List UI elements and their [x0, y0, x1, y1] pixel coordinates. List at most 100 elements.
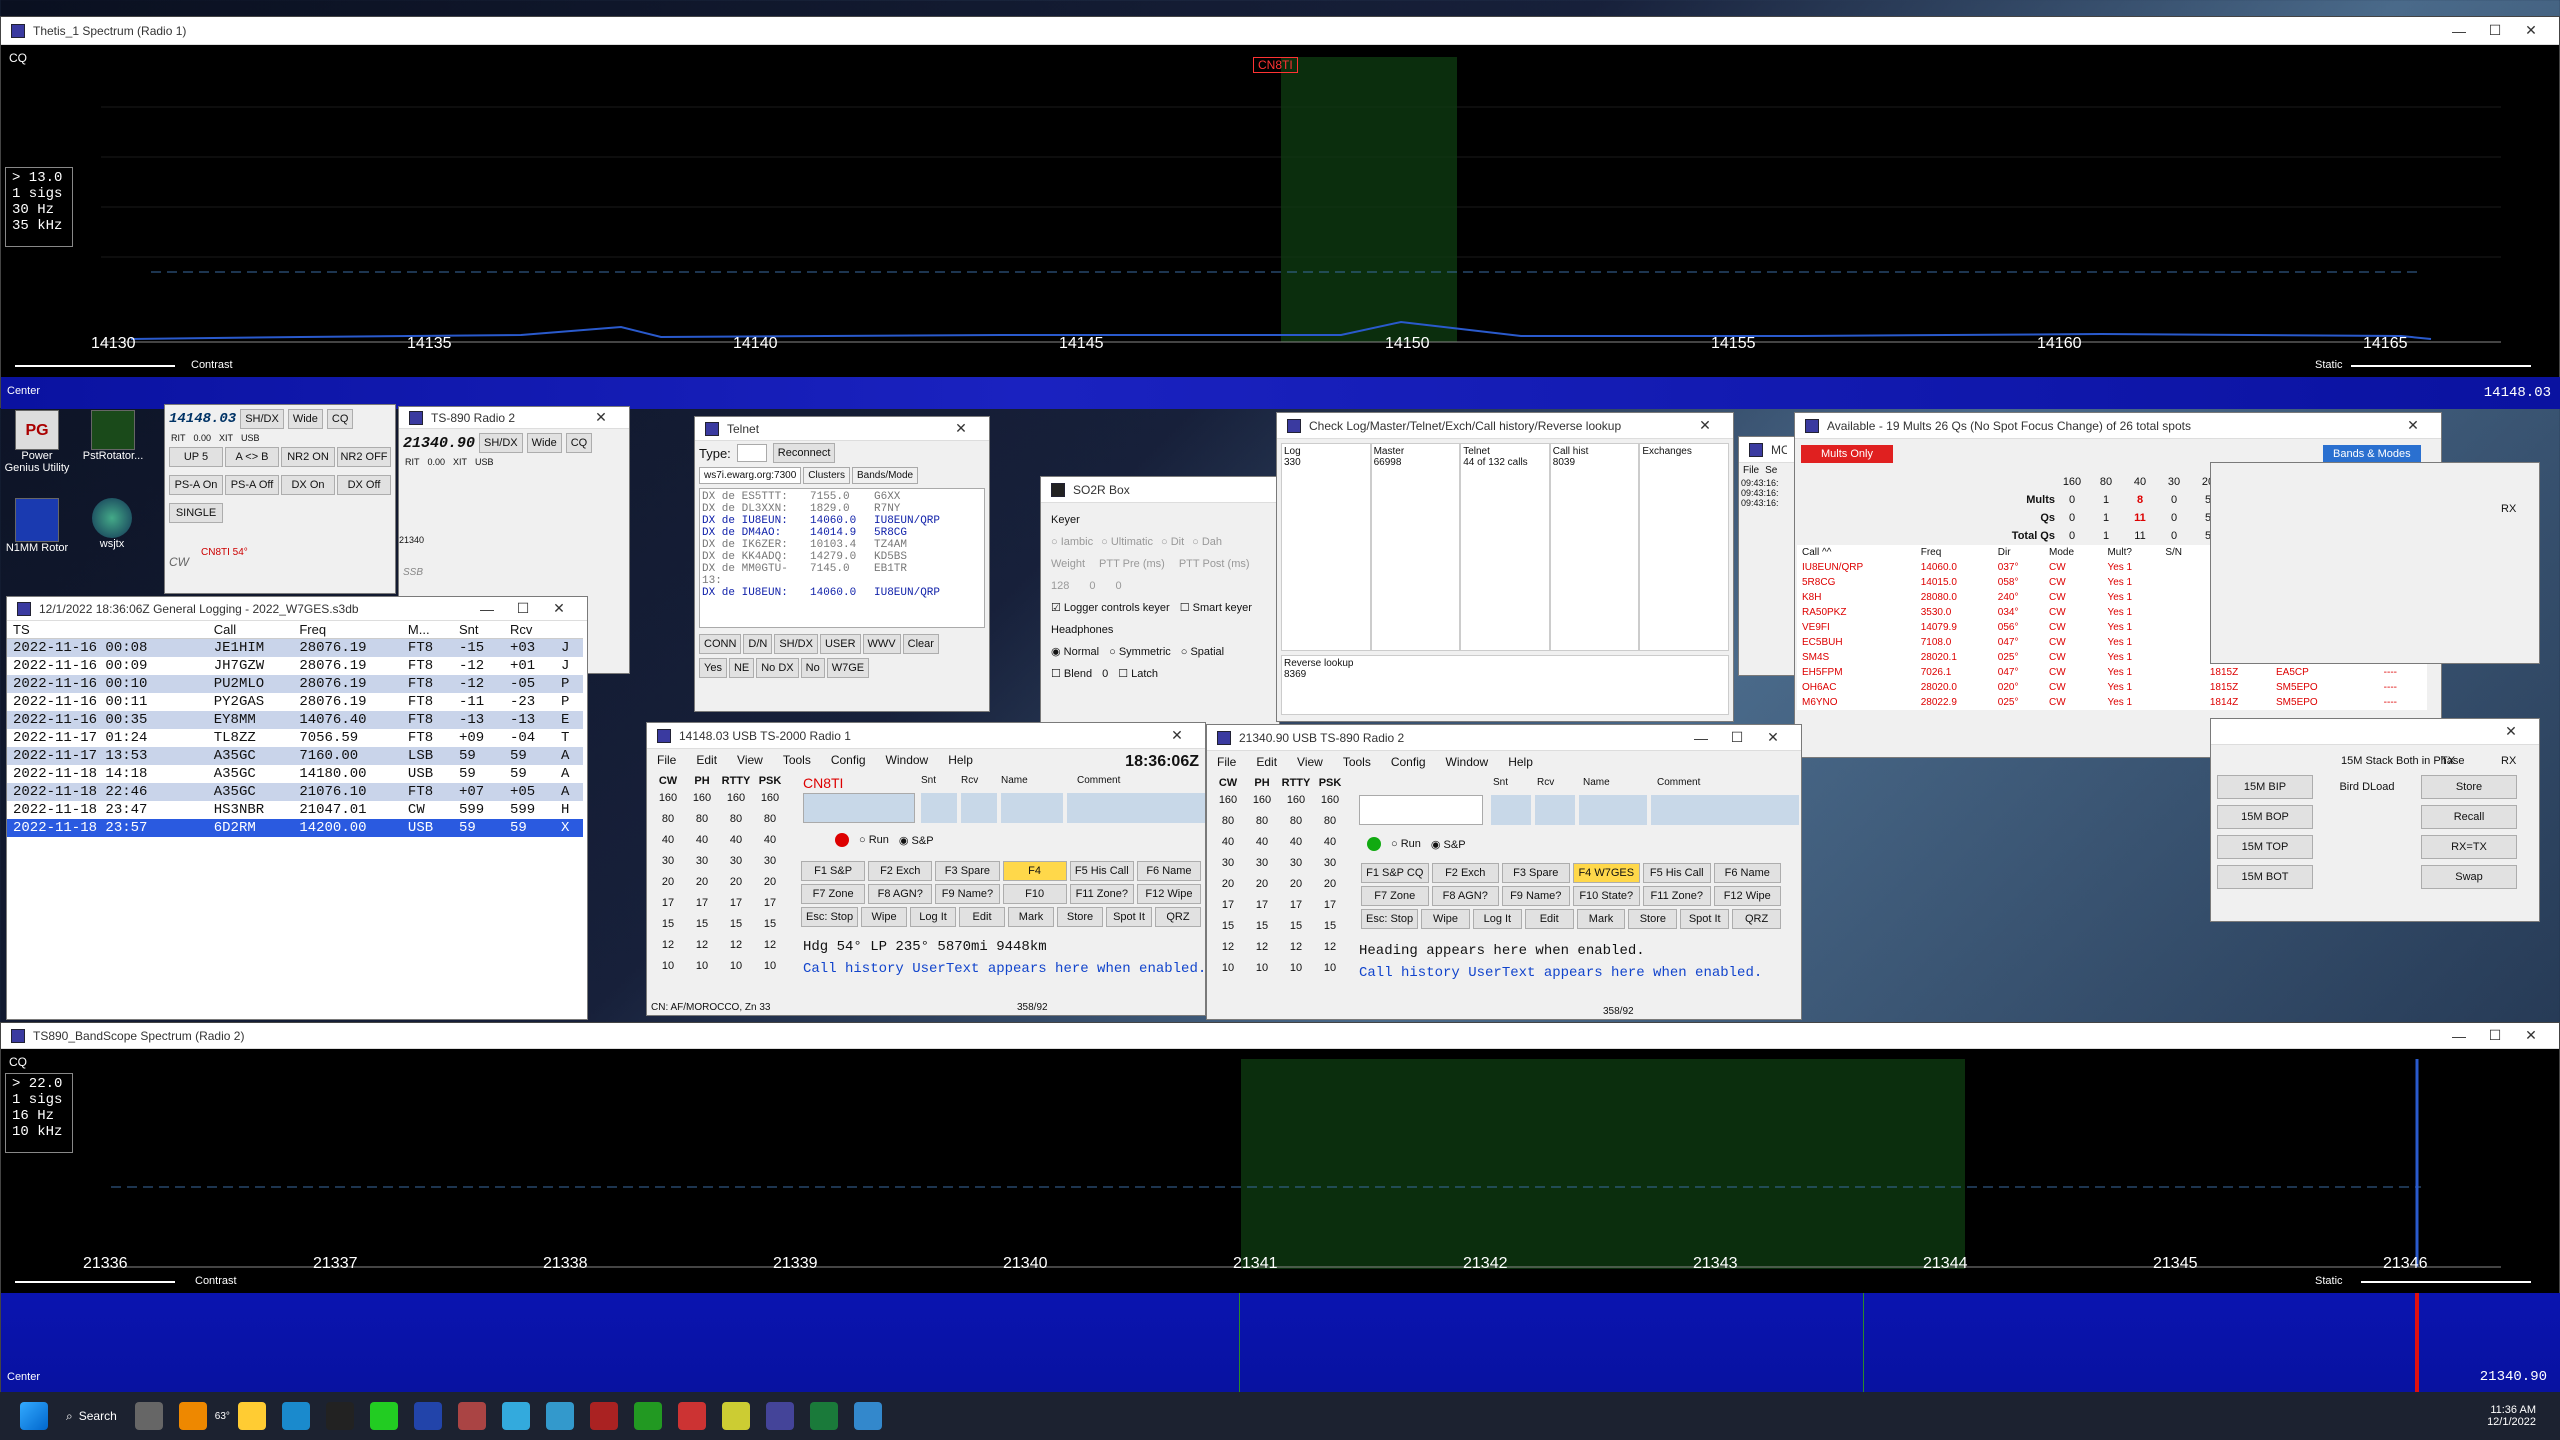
stack-button[interactable] — [2319, 805, 2415, 829]
band-mode-cell[interactable]: 40 — [753, 829, 787, 850]
spots-column-header[interactable]: S/N — [2160, 545, 2205, 560]
app-icon-cyan[interactable] — [501, 1402, 530, 1430]
tab-clusters[interactable]: Clusters — [803, 467, 850, 484]
log-column-header[interactable]: Call — [208, 621, 294, 639]
check-callhist-col[interactable]: Call hist 8039 — [1549, 443, 1640, 651]
dx-on-button[interactable]: DX On — [281, 475, 335, 495]
function-key-button[interactable]: F1 S&P CQ — [1361, 863, 1429, 883]
spots-column-header[interactable]: Call ^^ — [1797, 545, 1916, 560]
band-mode-cell[interactable]: 17 — [685, 892, 719, 913]
sp-radio[interactable]: ◉ S&P — [1431, 838, 1466, 851]
stack-button[interactable]: Store — [2421, 775, 2517, 799]
bands-modes-button[interactable]: Bands & Modes — [2323, 445, 2421, 463]
band-mode-cell[interactable]: 10 — [685, 955, 719, 976]
radio1-cn-marker[interactable]: CN8TI 54° — [201, 547, 248, 558]
menu-item[interactable]: View — [737, 753, 763, 767]
band-mode-cell[interactable]: 17 — [1211, 894, 1245, 915]
dit-radio[interactable]: ○ Dit — [1161, 531, 1184, 553]
log-row[interactable]: 2022-11-17 01:24 TL8ZZ 7056.59 FT8 +09 -04 T — [7, 729, 583, 747]
menu-item[interactable]: Edit — [1256, 755, 1277, 769]
ptt-pre-input[interactable]: 0 — [1089, 575, 1095, 597]
maximize-button[interactable]: ☐ — [1719, 729, 1755, 746]
function-key-button[interactable]: QRZ — [1732, 909, 1781, 929]
contrast-slider[interactable] — [15, 365, 175, 367]
name-input[interactable] — [1579, 795, 1647, 825]
function-key-button[interactable]: F9 Name? — [1502, 886, 1570, 906]
close-button[interactable]: ✕ — [2395, 417, 2431, 434]
band-mode-cell[interactable]: 80 — [1245, 810, 1279, 831]
smart-keyer-checkbox[interactable]: ☐ Smart keyer — [1180, 597, 1252, 619]
band-mode-cell[interactable]: 10 — [1211, 957, 1245, 978]
band-mode-cell[interactable]: 15 — [1279, 915, 1313, 936]
band-mode-cell[interactable]: 12 — [1313, 936, 1347, 957]
close-button[interactable]: ✕ — [1159, 727, 1195, 744]
stack-button[interactable] — [2319, 865, 2415, 889]
spot-row[interactable]: EH5FPM 7026.1 047° CW Yes 1 1815Z EA5CP ---- — [1797, 665, 2427, 680]
function-key-button[interactable]: F11 Zone? — [1069, 884, 1134, 904]
close-button[interactable]: ✕ — [1687, 417, 1723, 434]
function-key-button[interactable]: F4 W7GES — [1572, 863, 1640, 883]
band-count-cell[interactable]: 0 — [2157, 527, 2191, 545]
function-key-button[interactable]: F12 Wipe — [1713, 886, 1781, 906]
mults-only-button[interactable]: Mults Only — [1801, 445, 1893, 463]
function-key-button[interactable]: Store — [1057, 907, 1103, 927]
close-button[interactable]: ✕ — [2513, 22, 2549, 39]
stack-button[interactable]: 15M BOT — [2217, 865, 2313, 889]
minimize-button[interactable]: — — [2441, 23, 2477, 39]
reverse-lookup[interactable]: Reverse lookup 8369 — [1281, 655, 1729, 715]
search-button[interactable]: ⌕ Search — [66, 1409, 117, 1424]
function-key-button[interactable]: Edit — [1524, 909, 1574, 929]
telnet-line[interactable]: DX de IU8EUN: 14060.0 IU8EUN/QRP — [702, 587, 982, 599]
band-count-cell[interactable]: 0 — [2055, 527, 2089, 545]
nr2-on-button[interactable]: NR2 ON — [281, 447, 335, 467]
band-mode-cell[interactable]: 30 — [1245, 852, 1279, 873]
contrast-slider[interactable] — [15, 1281, 175, 1283]
function-key-button[interactable]: F7 Zone — [1361, 886, 1429, 906]
desktop-icon-wsjtx[interactable]: wsjtx — [84, 498, 140, 550]
task-view-icon[interactable] — [134, 1402, 163, 1430]
menu-item[interactable]: File — [1217, 755, 1236, 769]
tx-button[interactable]: TX — [2441, 755, 2455, 767]
latch-checkbox[interactable]: ☐ Latch — [1118, 663, 1158, 685]
logger-controls-checkbox[interactable]: ☑ Logger controls keyer — [1051, 597, 1170, 619]
band-mode-cell[interactable]: 12 — [685, 934, 719, 955]
band-mode-cell[interactable]: 20 — [1245, 873, 1279, 894]
band-mode-cell[interactable]: 10 — [1245, 957, 1279, 978]
dah-radio[interactable]: ○ Dah — [1192, 531, 1222, 553]
ultimatic-radio[interactable]: ○ Ultimatic — [1101, 531, 1153, 553]
band-mode-cell[interactable]: 160 — [753, 787, 787, 808]
band-count-cell[interactable]: 11 — [2123, 509, 2157, 527]
band-mode-cell[interactable]: 10 — [651, 955, 685, 976]
function-key-button[interactable]: F6 Name — [1136, 861, 1202, 881]
thetis-icon[interactable] — [325, 1402, 354, 1430]
function-key-button[interactable]: Spot It — [1106, 907, 1152, 927]
run-radio[interactable]: ○ Run — [1391, 838, 1421, 850]
band-mode-cell[interactable]: 15 — [1313, 915, 1347, 936]
telnet-line[interactable]: DX de ES5TTT: 7155.0 G6XX — [702, 491, 982, 503]
reconnect-button[interactable]: Reconnect — [772, 443, 836, 463]
telnet-button[interactable]: USER — [819, 634, 861, 654]
band-mode-cell[interactable]: 40 — [1313, 831, 1347, 852]
stack-button[interactable]: RX=TX — [2421, 835, 2517, 859]
band-mode-cell[interactable]: 160 — [1313, 789, 1347, 810]
function-key-button[interactable]: F12 Wipe — [1136, 884, 1202, 904]
function-key-button[interactable]: F2 Exch — [868, 861, 933, 881]
telnet-line[interactable]: DX de KK4ADQ: 14279.0 KD5BS — [702, 551, 982, 563]
start-icon[interactable] — [20, 1402, 48, 1430]
app-icon-diamond[interactable] — [633, 1402, 662, 1430]
function-key-button[interactable]: F11 Zone? — [1643, 886, 1711, 906]
telnet-button[interactable]: No — [800, 658, 825, 678]
clock-date[interactable]: 12/1/2022 — [2487, 1416, 2536, 1428]
comment-input[interactable] — [1651, 795, 1799, 825]
clock-time[interactable]: 11:36 AM — [2487, 1404, 2536, 1416]
maximize-button[interactable]: ☐ — [505, 600, 541, 617]
band-count-cell[interactable]: 11 — [2123, 527, 2157, 545]
log-row[interactable]: 2022-11-16 00:08 JE1HIM 28076.19 FT8 -15 +03 J — [7, 638, 583, 657]
app-icon-red[interactable] — [457, 1402, 486, 1430]
function-key-button[interactable]: Mark — [1576, 909, 1626, 929]
function-key-button[interactable]: F10 State? — [1572, 886, 1640, 906]
stack-button[interactable]: Swap — [2421, 865, 2517, 889]
cq-button[interactable]: CQ — [326, 409, 354, 429]
dx-off-button[interactable]: DX Off — [337, 475, 391, 495]
log-row[interactable]: 2022-11-16 00:35 EY8MM 14076.40 FT8 -13 -13 E — [7, 711, 583, 729]
